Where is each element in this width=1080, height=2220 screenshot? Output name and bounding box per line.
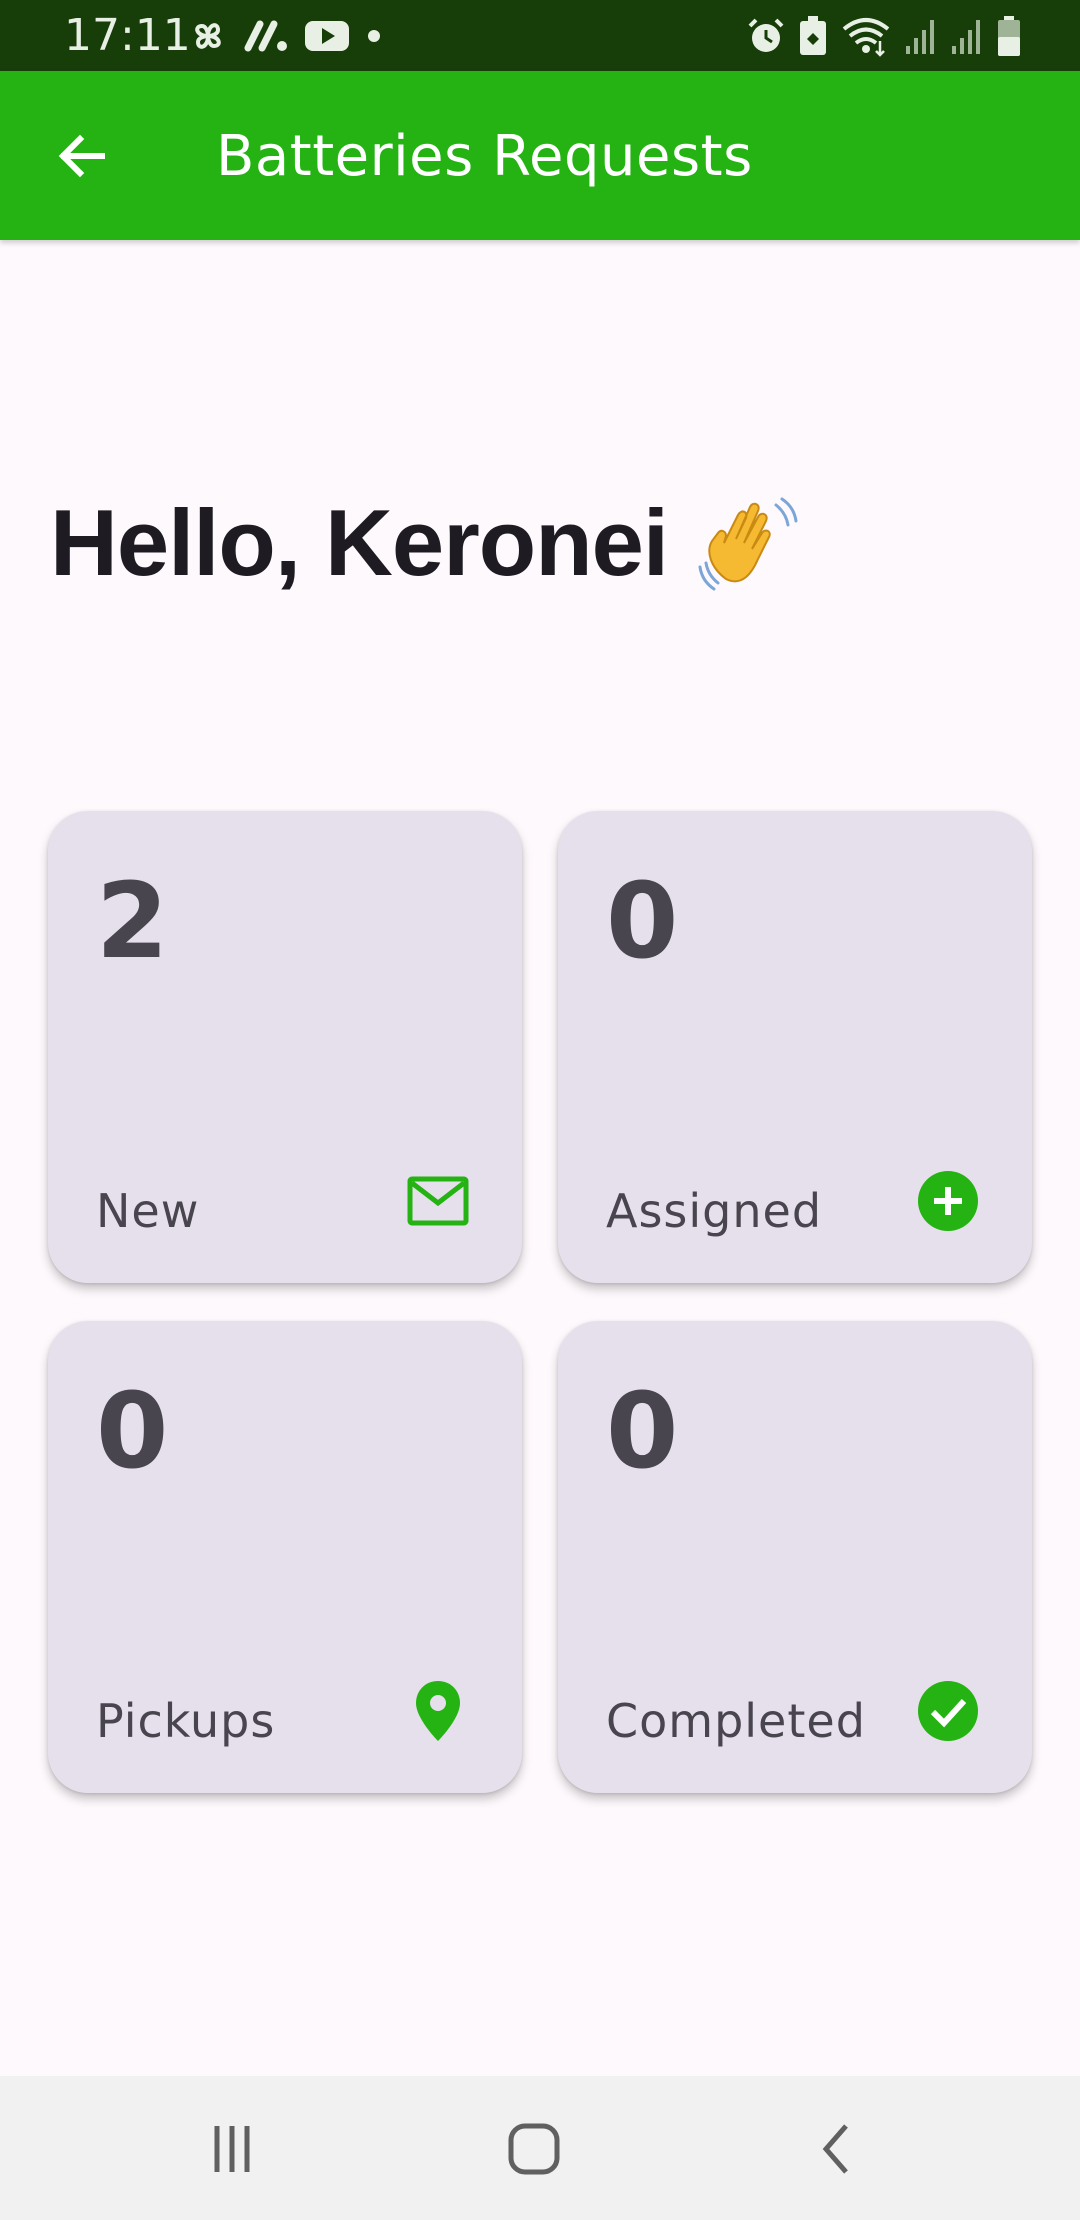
back-nav-icon (822, 2124, 848, 2174)
check-circle-icon (918, 1681, 978, 1741)
pinwheel-icon (195, 23, 221, 49)
recent-apps-icon (214, 2126, 250, 2172)
waving-hand-icon (698, 497, 798, 591)
card-label: Assigned (606, 1184, 823, 1238)
status-bar: 17:11 (0, 0, 1080, 71)
signal-1-icon (906, 20, 934, 54)
arrow-back-icon (58, 134, 105, 178)
recent-apps-button[interactable] (192, 2114, 272, 2184)
card-label: New (96, 1184, 200, 1238)
back-nav-button[interactable] (796, 2114, 876, 2184)
add-circle-icon (918, 1171, 978, 1231)
app-logo-icon (244, 20, 287, 52)
card-count: 0 (606, 860, 679, 982)
mail-icon (407, 1176, 469, 1226)
card-pickups[interactable]: 0 Pickups (48, 1321, 522, 1793)
back-button[interactable] (42, 116, 122, 196)
location-pin-icon (416, 1681, 460, 1741)
alarm-icon (748, 18, 784, 52)
card-label: Completed (606, 1694, 866, 1748)
home-icon (508, 2123, 560, 2175)
signal-2-icon (952, 20, 980, 54)
battery-saver-icon (800, 16, 826, 55)
status-time: 17:11 (64, 10, 191, 61)
card-count: 0 (96, 1370, 169, 1492)
card-label: Pickups (96, 1694, 276, 1748)
status-right-icons (746, 12, 1022, 60)
greeting: Hello, Keronei (50, 488, 800, 598)
card-assigned[interactable]: 0 Assigned (558, 811, 1032, 1283)
battery-icon (998, 16, 1020, 56)
youtube-icon (305, 21, 349, 51)
app-bar: Batteries Requests (0, 71, 1080, 240)
home-button[interactable] (494, 2114, 574, 2184)
card-count: 0 (606, 1370, 679, 1492)
dot-icon (368, 30, 380, 42)
card-count: 2 (96, 860, 169, 982)
card-completed[interactable]: 0 Completed (558, 1321, 1032, 1793)
greeting-text: Hello, Keronei (50, 490, 669, 595)
system-nav-bar (0, 2076, 1080, 2220)
page-title: Batteries Requests (216, 124, 753, 189)
status-left-icons (188, 14, 384, 58)
card-new[interactable]: 2 New (48, 811, 522, 1283)
wifi-icon (842, 18, 890, 57)
